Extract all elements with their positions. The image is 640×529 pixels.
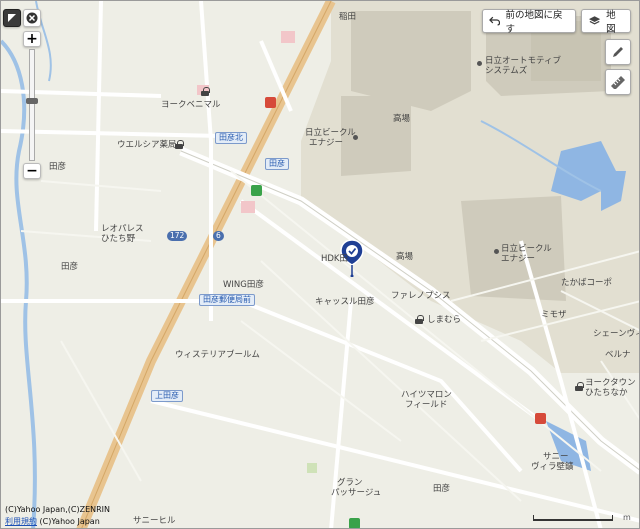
shop-lock-icon xyxy=(175,140,184,149)
ruler-icon xyxy=(611,76,625,89)
map-type-label: 地図 xyxy=(606,10,616,35)
poi-label[interactable]: ヨークベニマル xyxy=(161,101,221,110)
convenience-store-icon[interactable] xyxy=(251,185,262,196)
district-label: 田彦 xyxy=(49,162,67,172)
poi-label[interactable]: ファレノプシス xyxy=(391,292,451,301)
poi-label[interactable]: ヨークタウン xyxy=(585,379,636,388)
district-label: 田彦 xyxy=(61,262,79,272)
draw-tool-button[interactable] xyxy=(605,39,631,65)
yahoo-copyright: (C)Yahoo Japan xyxy=(39,517,100,526)
poi-label[interactable]: ウィステリアブールム xyxy=(175,351,260,360)
map-base xyxy=(1,1,639,528)
poi-label[interactable]: グラン xyxy=(337,479,363,488)
convenience-store-icon[interactable] xyxy=(349,518,360,528)
zoom-handle[interactable] xyxy=(26,98,38,104)
intersection-label: 田彦 xyxy=(265,158,289,170)
poi-dot-icon xyxy=(353,135,358,140)
poi-label[interactable]: サニー xyxy=(543,453,569,462)
poi-label[interactable]: ひたち野 xyxy=(101,235,135,244)
zoom-control: + − xyxy=(23,31,41,181)
poi-label[interactable]: たかばコーポ xyxy=(561,279,612,288)
poi-label[interactable]: ミモザ xyxy=(541,311,567,320)
district-label: 高場 xyxy=(396,252,414,262)
district-label: 稲田 xyxy=(339,12,357,22)
poi-label[interactable]: ハイツマロン xyxy=(401,391,452,400)
poi-label[interactable]: エナジー xyxy=(501,255,535,264)
convenience-store-icon[interactable] xyxy=(265,97,276,108)
poi-label[interactable]: エナジー xyxy=(309,139,343,148)
poi-label[interactable]: ベルナ xyxy=(605,351,631,360)
poi-dot-icon xyxy=(494,249,499,254)
poi-dot-icon xyxy=(477,61,482,66)
route-shield: 6 xyxy=(213,231,224,241)
intersection-label: 上田彦 xyxy=(151,390,183,402)
scale-unit: m xyxy=(623,513,631,522)
poi-label[interactable]: 日立ビークル xyxy=(305,129,356,138)
undo-icon xyxy=(489,16,501,26)
district-label: 高場 xyxy=(393,114,411,124)
poi-label[interactable]: システムズ xyxy=(485,67,527,76)
district-label: 田彦 xyxy=(433,484,451,494)
intersection-label: 田彦北 xyxy=(215,132,247,144)
shop-lock-icon xyxy=(201,87,210,96)
zoom-in-button[interactable]: + xyxy=(23,31,41,47)
poi-label[interactable]: フィールド xyxy=(405,401,447,410)
close-icon[interactable] xyxy=(23,9,41,27)
route-shield: 172 xyxy=(167,231,188,241)
shop-lock-icon xyxy=(575,382,584,391)
map-canvas[interactable]: + − 前の地図に戻す 地図 稲田 高場 高場 田彦 田彦 田彦 日立オートモテ… xyxy=(0,0,640,529)
poi-label[interactable]: しまむら xyxy=(427,316,461,325)
marker-label[interactable]: HDK田 xyxy=(321,255,348,264)
scale-bar xyxy=(533,515,613,521)
poi-label[interactable]: ひたちなか xyxy=(585,389,628,398)
poi-label[interactable]: ウエルシア薬局 xyxy=(117,141,177,150)
poi-label[interactable]: 日立オートモティブ xyxy=(485,57,561,66)
shop-lock-icon xyxy=(415,315,424,324)
back-to-previous-map-button[interactable]: 前の地図に戻す xyxy=(482,9,576,35)
back-button-label: 前の地図に戻す xyxy=(505,10,563,35)
terms-link[interactable]: 利用規約 xyxy=(5,517,37,526)
zoom-out-button[interactable]: − xyxy=(23,163,41,179)
poi-label[interactable]: キャッスル田彦 xyxy=(315,298,375,307)
pan-arrow-icon[interactable] xyxy=(3,9,21,27)
poi-label[interactable]: シェーンヴィ xyxy=(593,330,639,339)
map-type-button[interactable]: 地図 xyxy=(581,9,631,35)
poi-label[interactable]: WING田彦 xyxy=(223,281,264,290)
poi-label[interactable]: ヴィラ壁鑛 xyxy=(531,463,574,472)
poi-label[interactable]: サニーヒル xyxy=(133,517,176,526)
credits-line: 利用規約 (C)Yahoo Japan xyxy=(5,518,100,526)
layers-icon xyxy=(588,16,601,25)
convenience-store-icon[interactable] xyxy=(535,413,546,424)
poi-label[interactable]: パッサージュ xyxy=(331,489,381,498)
pencil-icon xyxy=(613,47,623,57)
intersection-label: 田彦郵便局前 xyxy=(199,294,255,306)
measure-tool-button[interactable] xyxy=(605,69,631,95)
zoom-track[interactable] xyxy=(26,49,38,161)
poi-label[interactable]: レオパレス xyxy=(101,225,144,234)
poi-label[interactable]: 日立ビークル xyxy=(501,245,552,254)
copyright-text: (C)Yahoo Japan,(C)ZENRIN xyxy=(5,505,111,514)
